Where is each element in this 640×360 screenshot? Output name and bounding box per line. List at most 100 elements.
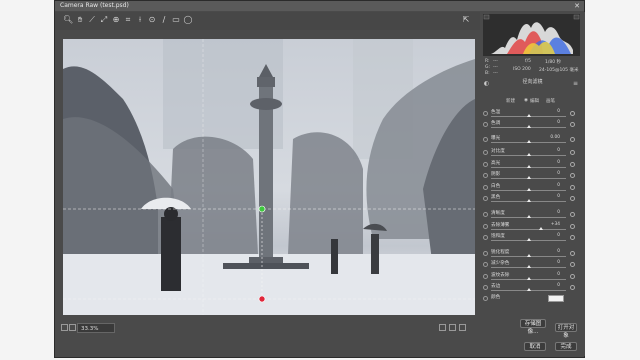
slider-row[interactable]: 曝光 0.00 (480, 135, 585, 146)
slider-plus-icon[interactable] (570, 212, 575, 217)
slider-value[interactable]: 0 (546, 183, 560, 188)
slider-plus-icon[interactable] (570, 235, 575, 240)
open-object-button[interactable]: 打开对象 (555, 323, 577, 339)
slider-value[interactable]: 0 (546, 120, 560, 125)
image-preview[interactable] (63, 39, 475, 315)
targeted-adjust-icon[interactable]: ⊕ (111, 15, 121, 25)
mode-edit-radio-icon[interactable]: ◉ (524, 98, 528, 103)
slider-thumb[interactable] (526, 277, 531, 280)
slider-row[interactable]: 去边 0 (480, 283, 585, 294)
slider-plus-icon[interactable] (570, 111, 575, 116)
slider-value[interactable]: 0 (546, 171, 560, 176)
slider-plus-icon[interactable] (570, 196, 575, 201)
slider-minus-icon[interactable] (483, 274, 488, 279)
slider-thumb[interactable] (526, 288, 531, 291)
slider-row[interactable]: 波纹去除 0 (480, 272, 585, 283)
slider-row[interactable]: 饱和度 0 (480, 233, 585, 244)
color-minus-icon[interactable] (483, 296, 488, 301)
slider-minus-icon[interactable] (483, 111, 488, 116)
filter-pin-top[interactable] (258, 205, 266, 213)
highlight-clip-icon[interactable] (573, 14, 580, 20)
slider-plus-icon[interactable] (570, 185, 575, 190)
slider-plus-icon[interactable] (570, 122, 575, 127)
slider-thumb[interactable] (526, 140, 531, 143)
zoom-out-icon[interactable] (61, 324, 68, 331)
slider-row[interactable]: 高光 0 (480, 160, 585, 171)
slider-thumb[interactable] (539, 227, 544, 230)
slider-row[interactable]: 白色 0 (480, 183, 585, 194)
slider-thumb[interactable] (526, 125, 531, 128)
slider-minus-icon[interactable] (483, 137, 488, 142)
slider-thumb[interactable] (526, 254, 531, 257)
slider-value[interactable]: 0 (546, 210, 560, 215)
slider-plus-icon[interactable] (570, 162, 575, 167)
slider-plus-icon[interactable] (570, 285, 575, 290)
slider-row[interactable]: 黑色 0 (480, 194, 585, 205)
slider-plus-icon[interactable] (570, 173, 575, 178)
slider-plus-icon[interactable] (570, 251, 575, 256)
slider-row[interactable]: 减少杂色 0 (480, 260, 585, 271)
slider-minus-icon[interactable] (483, 185, 488, 190)
hand-tool-icon[interactable]: ✋︎ (75, 15, 85, 25)
white-balance-icon[interactable]: ⟋ (87, 15, 97, 25)
slider-value[interactable]: 0 (546, 260, 560, 265)
slider-minus-icon[interactable] (483, 212, 488, 217)
slider-minus-icon[interactable] (483, 262, 488, 267)
spot-removal-icon[interactable]: ⟊ (135, 15, 145, 25)
slider-value[interactable]: +34 (546, 222, 560, 227)
slider-row[interactable]: 色温 0 (480, 109, 585, 120)
slider-value[interactable]: 0 (546, 160, 560, 165)
open-preferences-icon[interactable]: ⇱ (461, 15, 471, 25)
slider-thumb[interactable] (526, 114, 531, 117)
before-after-icon[interactable] (449, 324, 456, 331)
color-sampler-icon[interactable]: ⤢ (99, 15, 109, 25)
slider-thumb[interactable] (526, 188, 531, 191)
zoom-tool-icon[interactable]: 🔍︎ (63, 15, 73, 25)
slider-thumb[interactable] (526, 238, 531, 241)
slider-minus-icon[interactable] (483, 173, 488, 178)
slider-thumb[interactable] (526, 265, 531, 268)
slider-plus-icon[interactable] (570, 150, 575, 155)
slider-row[interactable]: 清晰度 0 (480, 210, 585, 221)
slider-value[interactable]: 0 (546, 194, 560, 199)
zoom-level-select[interactable]: 33.3% (77, 323, 115, 333)
slider-plus-icon[interactable] (570, 274, 575, 279)
mode-brush[interactable]: 画笔 (546, 98, 555, 104)
slider-minus-icon[interactable] (483, 150, 488, 155)
red-eye-icon[interactable]: ⊙ (147, 15, 157, 25)
filter-pin-bottom[interactable] (258, 295, 266, 303)
slider-value[interactable]: 0 (546, 272, 560, 277)
slider-value[interactable]: 0 (546, 148, 560, 153)
slider-plus-icon[interactable] (570, 224, 575, 229)
close-icon[interactable]: ✕ (573, 2, 581, 10)
slider-minus-icon[interactable] (483, 162, 488, 167)
slider-thumb[interactable] (526, 199, 531, 202)
slider-value[interactable]: 0 (546, 249, 560, 254)
slider-thumb[interactable] (526, 176, 531, 179)
adjustment-brush-icon[interactable]: ∕ (159, 15, 169, 25)
zoom-in-icon[interactable] (69, 324, 76, 331)
slider-thumb[interactable] (526, 165, 531, 168)
slider-plus-icon[interactable] (570, 137, 575, 142)
slider-row[interactable]: 锐化程度 0 (480, 249, 585, 260)
radial-filter-icon[interactable]: ◯ (183, 15, 193, 25)
save-image-button[interactable]: 存储图像... (520, 319, 546, 335)
slider-minus-icon[interactable] (483, 224, 488, 229)
slider-row[interactable]: 对比度 0 (480, 148, 585, 159)
shadow-clip-icon[interactable] (483, 14, 490, 20)
slider-thumb[interactable] (526, 153, 531, 156)
slider-minus-icon[interactable] (483, 196, 488, 201)
slider-row[interactable]: 阴影 0 (480, 171, 585, 182)
slider-minus-icon[interactable] (483, 285, 488, 290)
crop-icon[interactable]: ⌗ (123, 15, 133, 25)
color-swatch[interactable] (548, 295, 564, 302)
slider-plus-icon[interactable] (570, 262, 575, 267)
graduated-filter-icon[interactable]: ▭ (171, 15, 181, 25)
slider-track[interactable] (491, 229, 566, 230)
done-button[interactable]: 完成 (555, 342, 577, 351)
slider-row[interactable]: 去除薄雾 +34 (480, 222, 585, 233)
slider-row[interactable]: 色调 0 (480, 120, 585, 131)
cancel-button[interactable]: 取消 (524, 342, 546, 351)
view-toggle-icon[interactable] (439, 324, 446, 331)
slider-value[interactable]: 0 (546, 233, 560, 238)
